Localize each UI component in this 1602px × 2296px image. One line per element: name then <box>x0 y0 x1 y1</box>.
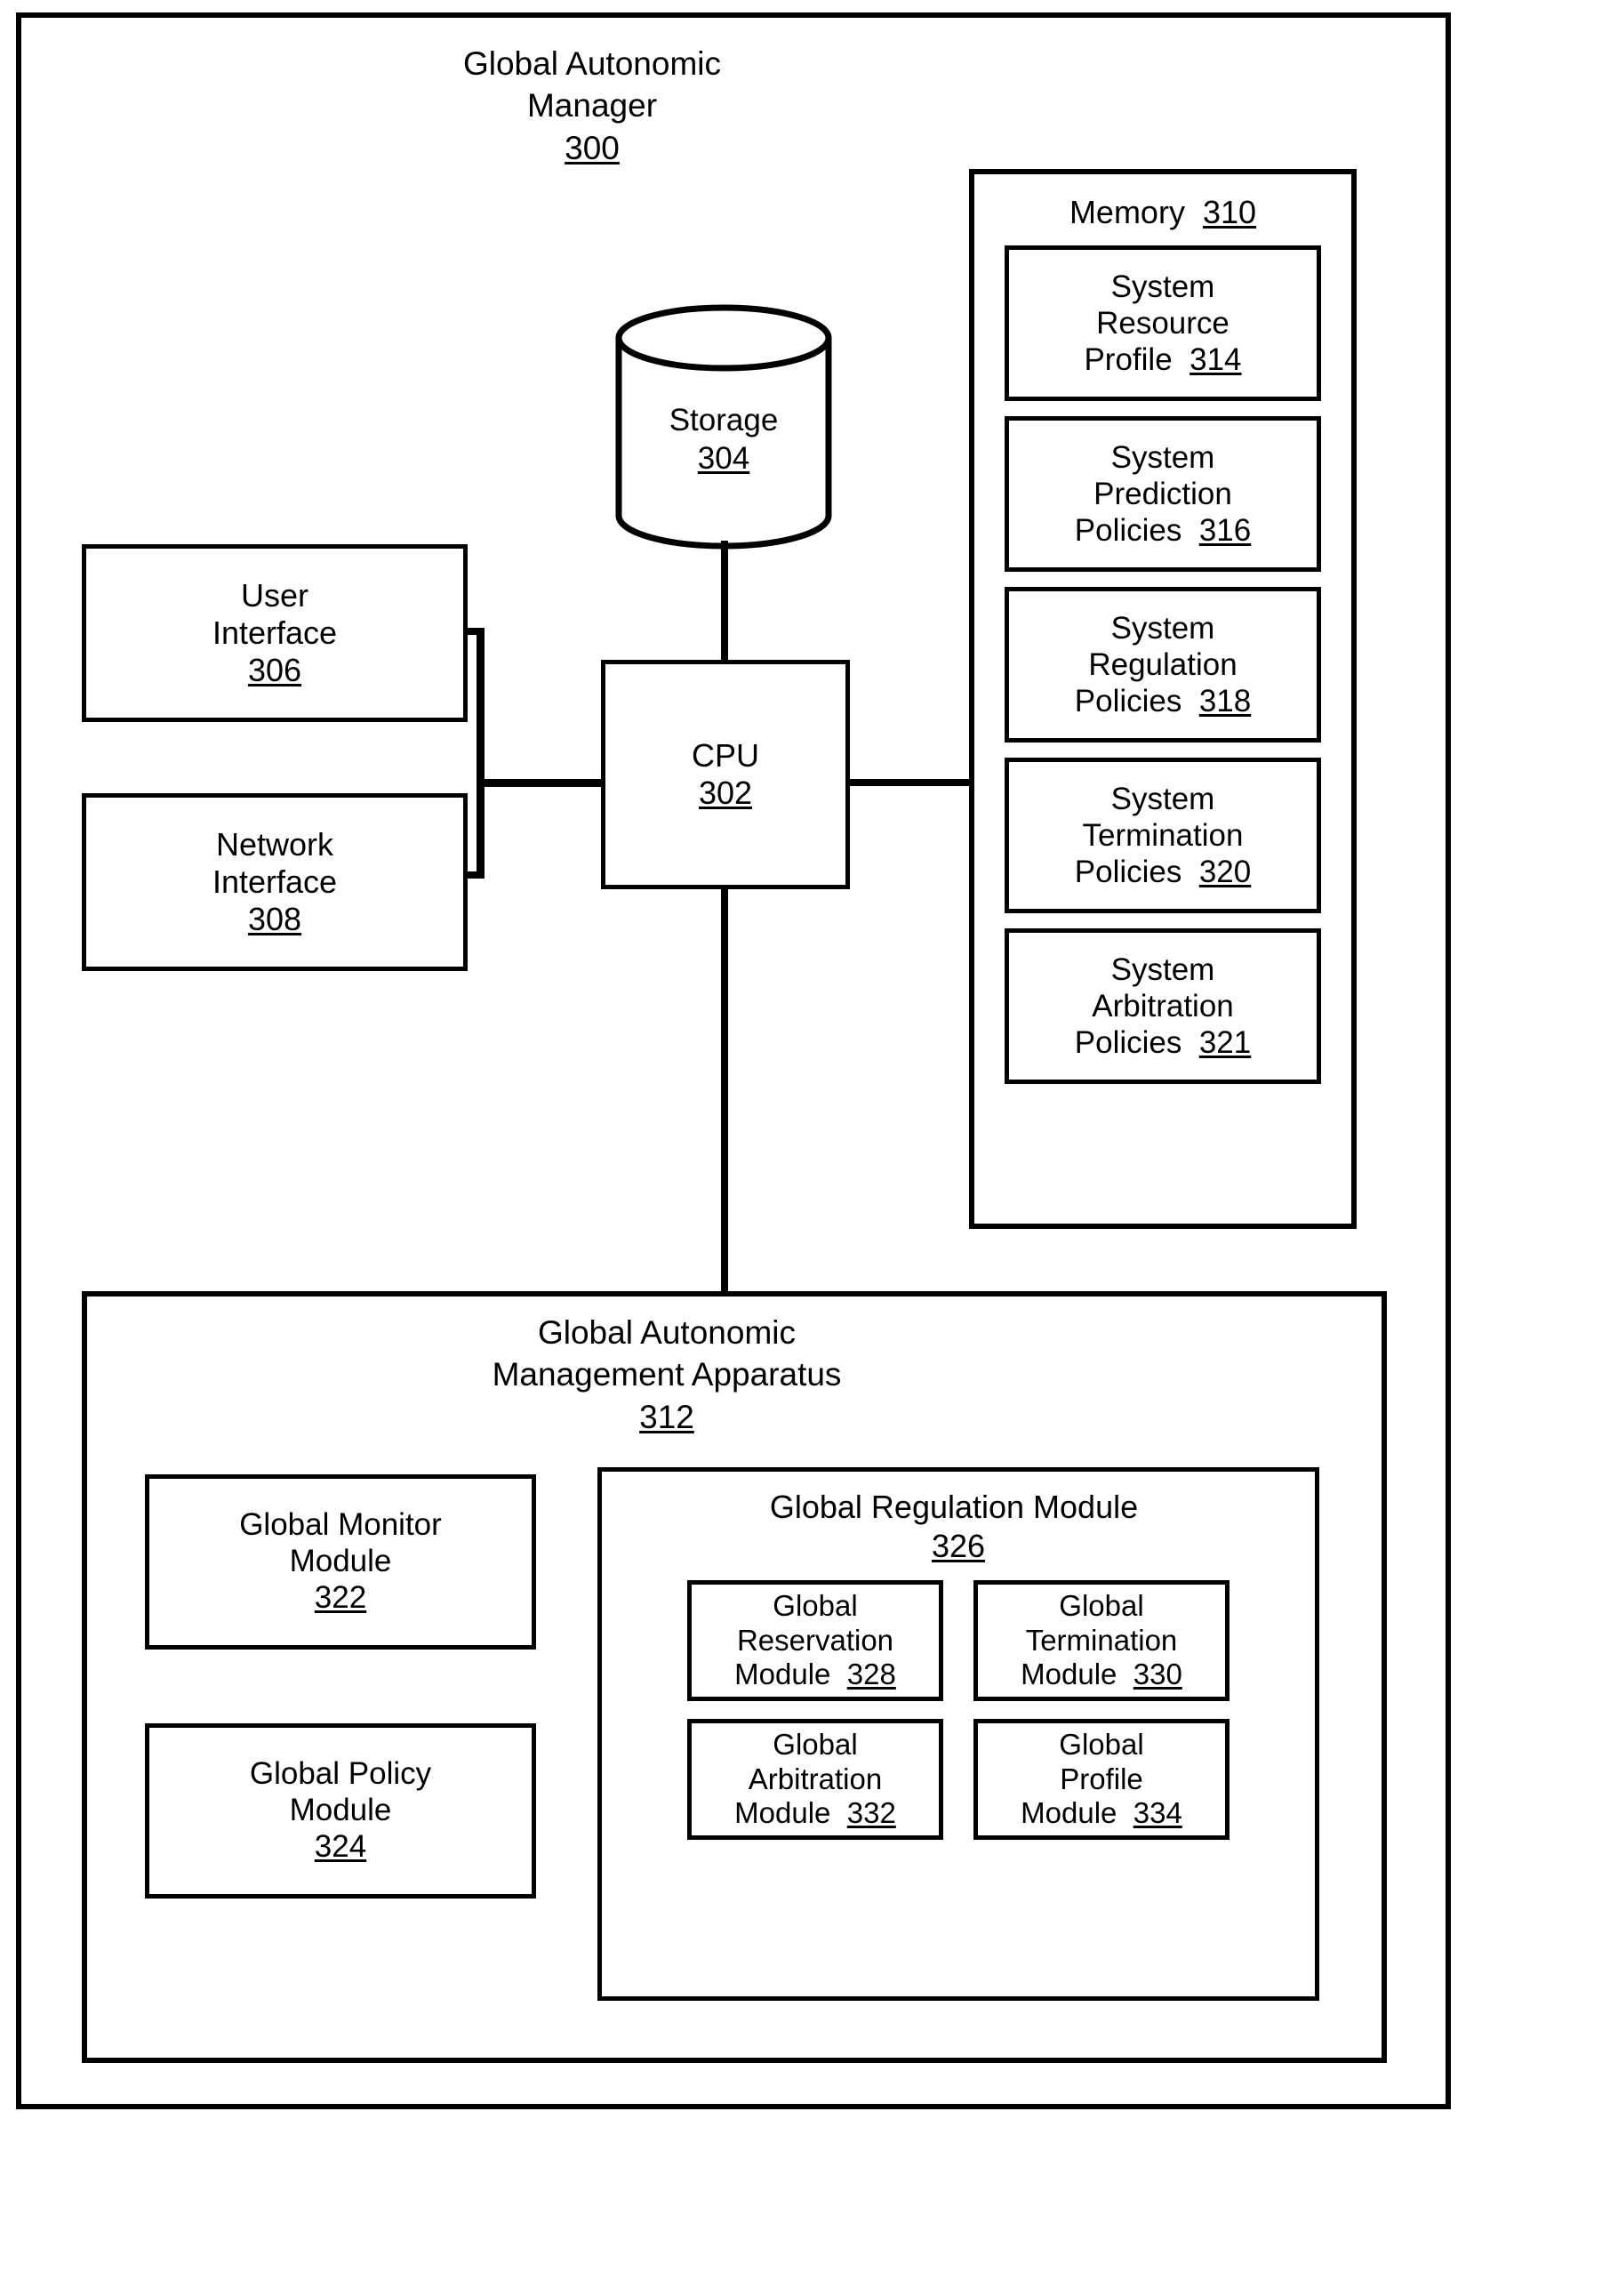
global-profile-module-box[interactable]: Global Profile Module 334 <box>973 1718 1230 1840</box>
memory-heading-label: Memory <box>1069 194 1194 230</box>
memory-reference-number: 310 <box>1202 194 1257 230</box>
global-arbitration-module-line3-group: Module 332 <box>734 1796 896 1831</box>
global-arbitration-module-line3: Module <box>734 1796 839 1830</box>
system-regulation-policies-line3-group: Policies 318 <box>1075 683 1251 719</box>
global-reservation-module-line2: Reservation <box>736 1623 894 1657</box>
network-interface-label-line1: Network <box>215 825 334 863</box>
global-regulation-module-heading: Global Regulation Module 326 <box>770 1488 1147 1566</box>
system-resource-profile-line2: Resource <box>1096 305 1230 341</box>
apparatus-title: Global Autonomic Management Apparatus 31… <box>382 1312 951 1438</box>
memory-box[interactable]: Memory 310 System Resource Profile 314 S… <box>969 169 1357 1229</box>
system-arbitration-policies-line3-group: Policies 321 <box>1075 1024 1251 1061</box>
user-interface-reference-number: 306 <box>247 652 302 689</box>
global-reservation-module-box[interactable]: Global Reservation Module 328 <box>687 1579 943 1701</box>
global-reservation-module-reference-number: 328 <box>846 1658 896 1691</box>
apparatus-title-line2: Management Apparatus <box>492 1356 842 1393</box>
manager-reference-number: 300 <box>565 129 620 166</box>
network-interface-label-line2: Interface <box>212 863 338 900</box>
memory-heading: Memory 310 <box>1069 194 1256 231</box>
global-profile-module-line2: Profile <box>1060 1762 1143 1795</box>
cpu-box[interactable]: CPU 302 <box>601 660 850 889</box>
system-arbitration-policies-line2: Arbitration <box>1092 988 1234 1024</box>
patent-figure-canvas: Global Autonomic Manager 300 Storage 304… <box>0 0 1602 2296</box>
system-regulation-policies-reference-number: 318 <box>1198 684 1252 719</box>
system-resource-profile-box[interactable]: System Resource Profile 314 <box>1005 245 1321 402</box>
global-arbitration-module-line1: Global <box>773 1727 858 1761</box>
system-prediction-policies-box[interactable]: System Prediction Policies 316 <box>1005 416 1321 573</box>
storage-label-group: Storage 304 <box>613 402 834 478</box>
user-interface-box[interactable]: User Interface 306 <box>82 544 468 722</box>
connector-left-bus-trunk <box>477 628 485 879</box>
global-arbitration-module-reference-number: 332 <box>846 1796 896 1830</box>
system-resource-profile-line1: System <box>1110 269 1215 304</box>
system-prediction-policies-reference-number: 316 <box>1198 513 1252 549</box>
user-interface-label-line2: Interface <box>212 614 338 651</box>
system-prediction-policies-line1: System <box>1110 439 1215 475</box>
cpu-label: CPU <box>691 736 759 774</box>
global-termination-module-reference-number: 330 <box>1133 1658 1182 1691</box>
system-prediction-policies-line2: Prediction <box>1093 476 1232 511</box>
system-arbitration-policies-reference-number: 321 <box>1198 1025 1252 1061</box>
global-reservation-module-line1: Global <box>773 1588 858 1622</box>
system-prediction-policies-line3: Policies <box>1074 513 1191 549</box>
connector-storage-to-cpu <box>721 541 728 665</box>
global-monitor-module-reference-number: 322 <box>314 1579 367 1615</box>
global-termination-module-line1: Global <box>1059 1588 1144 1622</box>
global-profile-module-line1: Global <box>1059 1727 1144 1761</box>
system-arbitration-policies-box[interactable]: System Arbitration Policies 321 <box>1005 928 1321 1085</box>
system-resource-profile-reference-number: 314 <box>1189 342 1242 378</box>
system-arbitration-policies-line3: Policies <box>1074 1025 1191 1061</box>
global-reservation-module-line3-group: Module 328 <box>734 1658 896 1692</box>
global-policy-module-line1: Global Policy <box>249 1756 432 1792</box>
system-regulation-policies-line1: System <box>1110 610 1215 646</box>
global-arbitration-module-box[interactable]: Global Arbitration Module 332 <box>687 1718 943 1840</box>
storage-reference-number: 304 <box>697 440 750 476</box>
global-profile-module-reference-number: 334 <box>1133 1796 1182 1830</box>
global-termination-module-line3-group: Module 330 <box>1021 1658 1182 1692</box>
system-termination-policies-line2: Termination <box>1082 817 1244 853</box>
global-policy-module-line2: Module <box>289 1793 392 1828</box>
system-termination-policies-reference-number: 320 <box>1198 855 1252 890</box>
global-monitor-module-line1: Global Monitor <box>239 1507 442 1543</box>
global-regulation-module-box[interactable]: Global Regulation Module 326 Global Rese… <box>597 1467 1319 2001</box>
cpu-reference-number: 302 <box>698 775 753 811</box>
manager-title-line1: Global Autonomic <box>462 45 721 82</box>
global-profile-module-line3: Module <box>1021 1796 1125 1830</box>
global-monitor-module-box[interactable]: Global Monitor Module 322 <box>145 1474 536 1650</box>
system-arbitration-policies-line1: System <box>1110 951 1215 987</box>
connector-bus-to-cpu <box>477 779 605 787</box>
global-reservation-module-line3: Module <box>734 1658 839 1691</box>
system-termination-policies-line1: System <box>1110 781 1215 816</box>
system-resource-profile-line3-group: Profile 314 <box>1084 341 1241 378</box>
system-termination-policies-box[interactable]: System Termination Policies 320 <box>1005 758 1321 914</box>
global-termination-module-box[interactable]: Global Termination Module 330 <box>973 1579 1230 1701</box>
system-regulation-policies-line3: Policies <box>1074 684 1191 719</box>
global-regulation-submodule-grid: Global Reservation Module 328 Global Ter… <box>687 1579 1230 1840</box>
apparatus-reference-number: 312 <box>639 1398 694 1435</box>
system-termination-policies-line3-group: Policies 320 <box>1075 854 1251 890</box>
global-profile-module-line3-group: Module 334 <box>1021 1796 1182 1831</box>
connector-cpu-to-memory <box>845 779 974 786</box>
global-termination-module-line2: Termination <box>1025 1623 1178 1657</box>
network-interface-box[interactable]: Network Interface 308 <box>82 793 468 971</box>
global-arbitration-module-line2: Arbitration <box>748 1762 883 1795</box>
system-regulation-policies-box[interactable]: System Regulation Policies 318 <box>1005 587 1321 743</box>
page-title: Global Autonomic Manager 300 <box>414 43 770 169</box>
manager-title-line2: Manager <box>526 87 658 124</box>
network-interface-reference-number: 308 <box>247 901 302 938</box>
global-regulation-module-heading-label: Global Regulation Module <box>769 1489 1148 1525</box>
system-termination-policies-line3: Policies <box>1074 855 1191 890</box>
system-regulation-policies-line2: Regulation <box>1088 646 1238 682</box>
system-prediction-policies-line3-group: Policies 316 <box>1075 512 1251 549</box>
global-monitor-module-line2: Module <box>289 1544 392 1579</box>
system-resource-profile-line3: Profile <box>1084 342 1181 378</box>
global-regulation-module-reference-number: 326 <box>931 1527 986 1564</box>
apparatus-title-line1: Global Autonomic <box>537 1314 796 1351</box>
global-policy-module-reference-number: 324 <box>314 1828 367 1864</box>
global-termination-module-line3: Module <box>1021 1658 1125 1691</box>
user-interface-label-line1: User <box>240 576 308 614</box>
global-policy-module-box[interactable]: Global Policy Module 324 <box>145 1723 536 1899</box>
connector-cpu-to-apparatus <box>721 886 728 1295</box>
storage-label: Storage <box>669 403 779 438</box>
